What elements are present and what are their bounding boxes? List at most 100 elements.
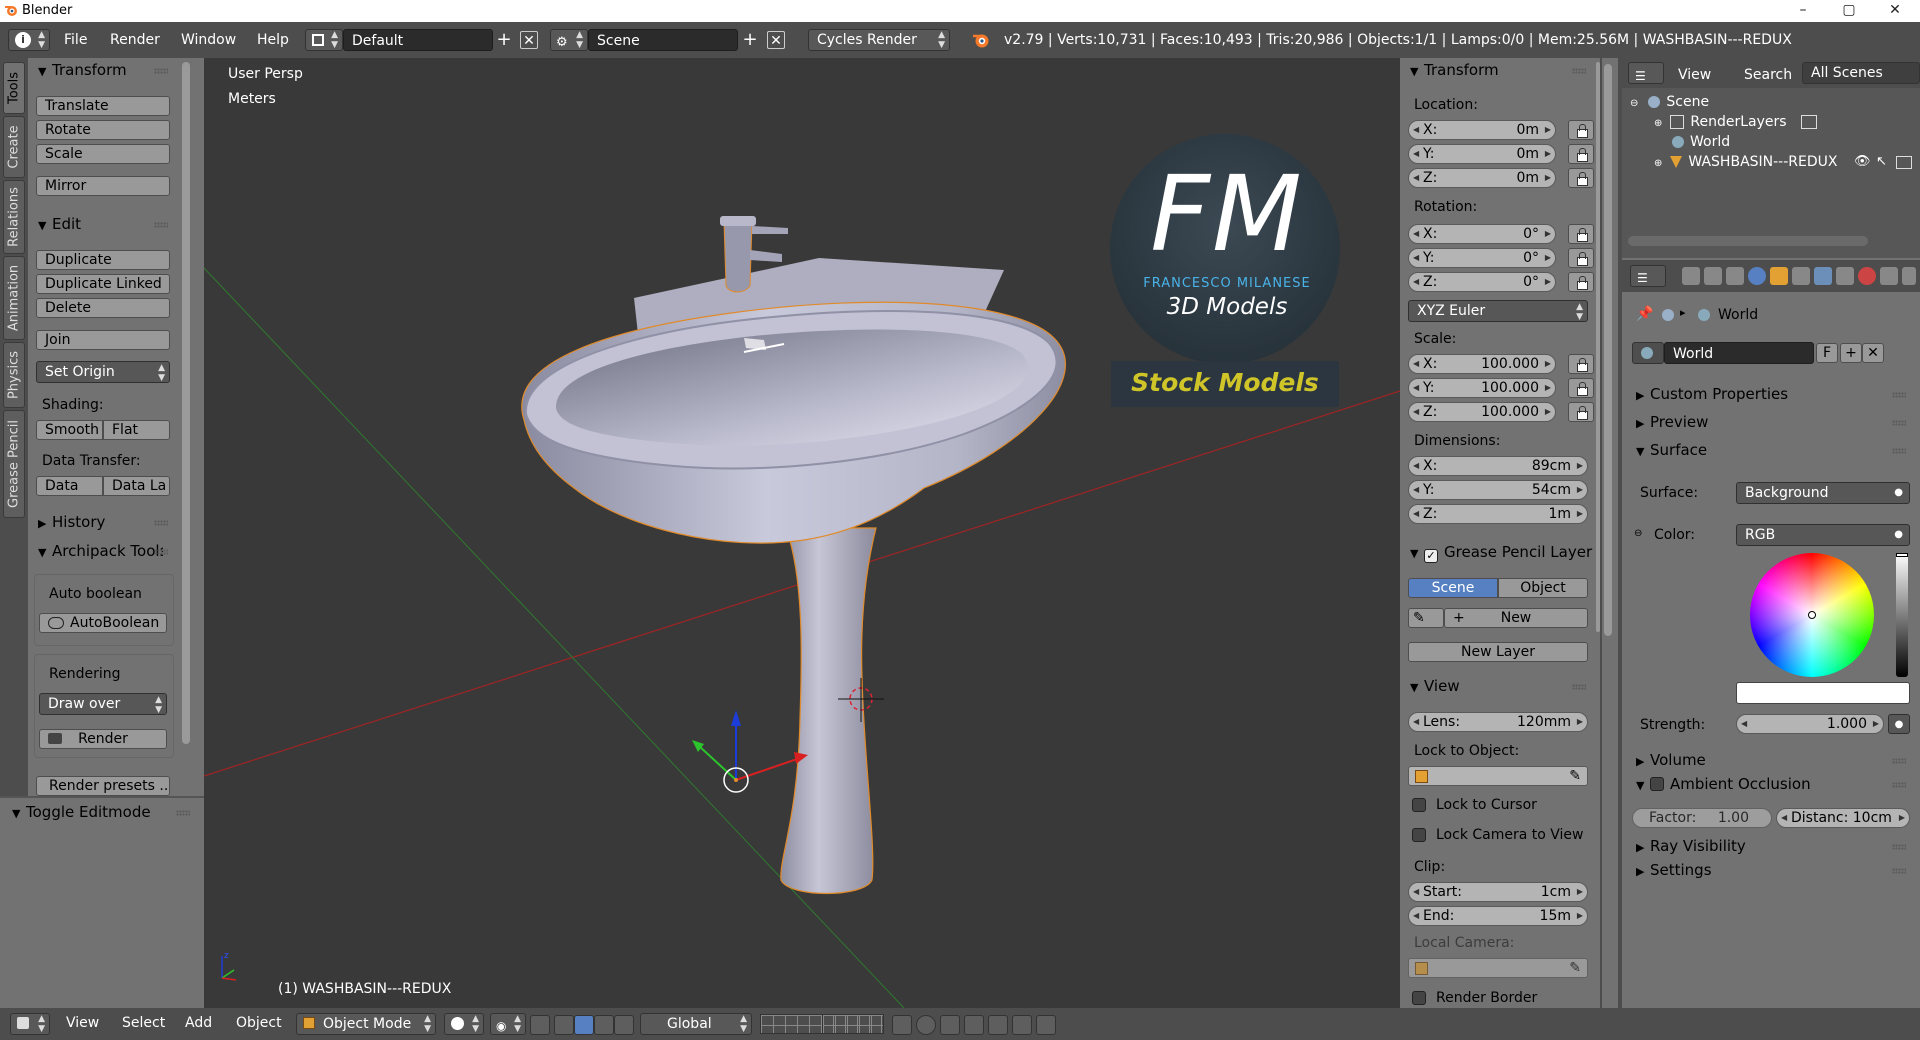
render-border-checkbox[interactable] <box>1412 991 1426 1005</box>
shade-smooth-button[interactable]: Smooth <box>36 420 103 440</box>
add-layout-icon[interactable]: + <box>495 31 513 49</box>
particles-tab-icon[interactable] <box>1902 267 1916 285</box>
panel-grip-icon[interactable] <box>176 810 190 816</box>
viewport-menu-add[interactable]: Add <box>185 1015 212 1031</box>
ao-checkbox[interactable] <box>1650 777 1664 791</box>
translate-manipulator-icon[interactable] <box>574 1015 594 1035</box>
pedestal-mesh[interactable] <box>780 527 877 894</box>
modifiers-tab-icon[interactable] <box>1814 267 1832 285</box>
local-camera-field[interactable]: ✎ <box>1408 958 1588 978</box>
lock-object-field[interactable]: ✎ <box>1408 766 1588 786</box>
transform-orientation-menu[interactable]: Global ▲ ▼ <box>640 1013 752 1035</box>
texture-tab-icon[interactable] <box>1880 267 1898 285</box>
viewport-editor-type[interactable]: ▲ ▼ <box>10 1013 50 1035</box>
ao-distance-field[interactable]: ◀ Distanc: 10cm ▶ <box>1776 808 1910 828</box>
location-y-field[interactable]: ◀ Y: 0m ▶ <box>1408 144 1556 164</box>
menu-window[interactable]: Window <box>181 29 236 51</box>
outliner-item-world[interactable]: World <box>1672 132 1730 152</box>
panel-grip-icon[interactable] <box>1892 758 1906 764</box>
lock-location-z-icon[interactable] <box>1568 168 1594 188</box>
3d-viewport[interactable]: z User Persp Meters (1) WASHBASIN---REDU… <box>204 58 1400 1008</box>
pivot-point-menu[interactable]: ◉ ▲ ▼ <box>490 1013 526 1035</box>
world-tab-icon[interactable] <box>1748 267 1766 285</box>
duplicate-button[interactable]: Duplicate <box>36 250 170 270</box>
close-button[interactable]: ✕ <box>1872 0 1918 22</box>
opengl-render-icon[interactable] <box>1012 1015 1032 1035</box>
tab-physics[interactable]: Physics <box>3 342 25 408</box>
data-layout-button[interactable]: Data La <box>103 476 170 496</box>
lens-field[interactable]: ◀ Lens: 120mm ▶ <box>1408 712 1588 732</box>
shade-flat-button[interactable]: Flat <box>103 420 170 440</box>
strength-socket-button[interactable]: ● <box>1888 714 1910 734</box>
unlink-world-button[interactable]: ✕ <box>1862 343 1884 363</box>
data-transfer-button[interactable]: Data <box>36 476 103 496</box>
mirror-button[interactable]: Mirror <box>36 176 170 196</box>
panel-transform-header[interactable]: ▼ Transform <box>1410 60 1499 80</box>
remove-scene-icon[interactable]: ✕ <box>767 31 785 49</box>
outliner-editor-type[interactable]: ☰ <box>1628 62 1664 84</box>
lock-rotation-y-icon[interactable] <box>1568 248 1594 268</box>
menu-help[interactable]: Help <box>257 29 289 51</box>
outliner-item-renderlayers[interactable]: ⊕ RenderLayers <box>1654 112 1817 132</box>
fake-user-button[interactable]: F <box>1816 343 1838 363</box>
scene-name-field[interactable]: Scene <box>588 29 738 51</box>
panel-history-header[interactable]: ▶ History <box>38 512 105 532</box>
panel-ao-header[interactable]: ▼ Ambient Occlusion <box>1636 774 1811 794</box>
duplicate-linked-button[interactable]: Duplicate Linked <box>36 274 170 294</box>
panel-grease-pencil-header[interactable]: ▼ ✓ Grease Pencil Layer <box>1410 542 1592 563</box>
render-layer-icon[interactable] <box>1800 115 1817 129</box>
outliner-display-mode[interactable]: All Scenes <box>1802 62 1920 84</box>
color-wheel-cursor[interactable] <box>1808 611 1816 619</box>
surface-shader-menu[interactable]: Background ● <box>1736 482 1910 504</box>
interaction-mode-menu[interactable]: Object Mode ▲ ▼ <box>296 1013 436 1035</box>
panel-grip-icon[interactable] <box>1892 420 1906 426</box>
collapse-icon[interactable]: ⊖ <box>1634 528 1642 539</box>
add-scene-icon[interactable]: + <box>741 31 759 49</box>
render-tab-icon[interactable] <box>1682 267 1700 285</box>
panel-surface-header[interactable]: ▼ Surface <box>1636 440 1707 460</box>
minimize-button[interactable]: – <box>1780 0 1826 22</box>
outliner-menu-search[interactable]: Search <box>1744 64 1792 86</box>
maximize-button[interactable]: ▢ <box>1826 0 1872 22</box>
panel-grip-icon[interactable] <box>1892 448 1906 454</box>
lock-scale-z-icon[interactable] <box>1568 402 1594 422</box>
menu-file[interactable]: File <box>64 29 87 51</box>
tab-animation[interactable]: Animation <box>3 256 25 340</box>
lock-location-y-icon[interactable] <box>1568 144 1594 164</box>
panel-grip-icon[interactable] <box>154 520 168 526</box>
value-slider[interactable] <box>1896 553 1908 677</box>
scale-y-field[interactable]: ◀ Y: 100.000 ▶ <box>1408 378 1556 398</box>
transform-manipulator[interactable] <box>692 710 808 793</box>
panel-grip-icon[interactable] <box>1892 392 1906 398</box>
panel-operator-header[interactable]: ▼ Toggle Editmode <box>12 802 151 822</box>
panel-archipack-header[interactable]: ▼ Archipack Tools <box>38 541 163 561</box>
dimension-z-field[interactable]: ◀ Z: 1m ▶ <box>1408 504 1588 524</box>
panel-grip-icon[interactable] <box>1892 782 1906 788</box>
material-tab-icon[interactable] <box>1858 267 1876 285</box>
strength-field[interactable]: ◀ 1.000 ▶ <box>1736 714 1884 734</box>
delete-button[interactable]: Delete <box>36 298 170 318</box>
layout-name-field[interactable]: Default <box>343 29 493 51</box>
gp-new-button[interactable]: + New <box>1444 608 1588 628</box>
location-z-field[interactable]: ◀ Z: 0m ▶ <box>1408 168 1556 188</box>
rotate-button[interactable]: Rotate <box>36 120 170 140</box>
pin-icon[interactable]: 📌 <box>1636 306 1653 322</box>
panel-transform-header[interactable]: ▼ Transform <box>38 60 127 80</box>
render-layers-tab-icon[interactable] <box>1704 267 1722 285</box>
proportional-edit-icon[interactable] <box>916 1015 936 1035</box>
panel-volume-header[interactable]: ▶ Volume <box>1636 750 1706 770</box>
lock-location-x-icon[interactable] <box>1568 120 1594 140</box>
render-presets-button[interactable]: Render presets ... <box>36 776 170 796</box>
translate-button[interactable]: Translate <box>36 96 170 116</box>
panel-custom-properties-header[interactable]: ▶ Custom Properties <box>1636 384 1788 404</box>
location-x-field[interactable]: ◀ X: 0m ▶ <box>1408 120 1556 140</box>
gp-brush-selector[interactable]: ✎ <box>1408 608 1444 628</box>
clip-start-field[interactable]: ◀ Start: 1cm ▶ <box>1408 882 1588 902</box>
tab-create[interactable]: Create <box>3 116 25 178</box>
outliner-item-scene[interactable]: ⊖ Scene <box>1630 92 1709 112</box>
panel-grip-icon[interactable] <box>1892 868 1906 874</box>
viewport-menu-view[interactable]: View <box>66 1015 99 1031</box>
selectability-cursor-icon[interactable]: ↖ <box>1876 154 1887 169</box>
lock-scale-x-icon[interactable] <box>1568 354 1594 374</box>
panel-grip-icon[interactable] <box>1572 68 1586 74</box>
